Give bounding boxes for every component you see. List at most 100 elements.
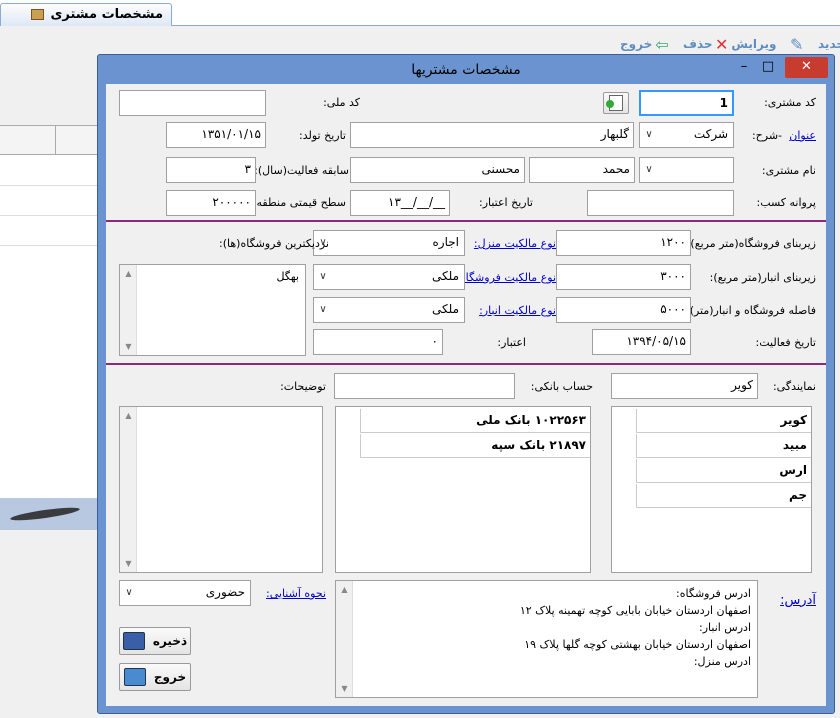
price-level-label: سطح قیمتی منطقه: bbox=[252, 196, 346, 209]
license-input[interactable] bbox=[587, 190, 734, 216]
address-textarea[interactable]: ادرس فروشگاه: اصفهان اردستان خیابان بابا… bbox=[335, 580, 758, 698]
scroll-up-icon[interactable]: ▲ bbox=[120, 265, 137, 282]
delete-label: حذف bbox=[683, 37, 713, 51]
warehouse-area-label: زیربنای انبار(متر مربع): bbox=[709, 271, 816, 284]
tab-label: مشخصات مشتری bbox=[50, 7, 163, 22]
section-separator bbox=[106, 363, 826, 365]
customer-dialog: مشخصات مشتریها – □ ✕ کد مشتری: 1 کد ملی:… bbox=[97, 54, 835, 714]
agency-row[interactable]: ارس bbox=[636, 459, 811, 483]
credit-input[interactable]: ۰ bbox=[313, 329, 443, 355]
save-label: ذخیره bbox=[152, 634, 188, 648]
customer-code-input[interactable]: 1 bbox=[639, 90, 734, 116]
title-description-label: -شرح: bbox=[751, 129, 782, 142]
warehouse-ownership-value: ملکی bbox=[431, 302, 459, 316]
chevron-down-icon: ∨ bbox=[319, 271, 327, 282]
scroll-up-icon[interactable]: ▲ bbox=[336, 581, 353, 598]
delete-button[interactable]: حذف bbox=[683, 34, 713, 54]
scrollbar[interactable]: ▲ ▼ bbox=[120, 265, 137, 355]
exit-toolbar-label: خروج bbox=[620, 37, 653, 51]
close-button[interactable]: ✕ bbox=[785, 57, 828, 78]
bank-account-row[interactable]: ۱۰۲۲۵۶۳ بانک ملی bbox=[360, 409, 590, 433]
work-experience-label: سابقه فعالیت(سال): bbox=[254, 164, 349, 177]
chevron-down-icon: ∨ bbox=[645, 164, 653, 175]
title-link[interactable]: عنوان bbox=[789, 129, 816, 142]
activity-date-label: تاریخ فعالیت: bbox=[755, 336, 816, 349]
grid-row-line bbox=[0, 185, 98, 186]
background-grid bbox=[0, 155, 98, 500]
nearest-store-item[interactable]: بهگل bbox=[120, 265, 305, 283]
title-select[interactable]: شرکت ∨ bbox=[639, 122, 734, 148]
new-document-icon bbox=[606, 95, 623, 111]
store-ownership-select[interactable]: ملکی ∨ bbox=[313, 264, 465, 290]
store-area-label: زیربنای فروشگاه(متر مربع): bbox=[686, 237, 816, 250]
exit-toolbar-button[interactable]: ⇦ خروج bbox=[620, 34, 669, 54]
store-ownership-value: ملکی bbox=[431, 269, 459, 283]
credit-date-input[interactable]: ۱۳__/__/__ bbox=[350, 190, 450, 216]
activity-date-input[interactable]: ۱۳۹۴/۰۵/۱۵ bbox=[592, 329, 691, 355]
work-experience-input[interactable]: ۳ bbox=[166, 157, 256, 183]
scrollbar[interactable]: ▲ ▼ bbox=[336, 581, 353, 697]
bank-account-input[interactable] bbox=[334, 373, 515, 399]
customer-code-label: کد مشتری: bbox=[764, 96, 816, 109]
acquaintance-select[interactable]: حضوری ∨ bbox=[119, 580, 251, 606]
agency-grid[interactable]: کویر مبید ارس جم bbox=[611, 406, 812, 573]
address-line: ادرس انبار: bbox=[699, 621, 751, 634]
customer-name-label: نام مشتری: bbox=[761, 164, 816, 177]
agency-row[interactable]: جم bbox=[636, 484, 811, 508]
grid-row-line bbox=[0, 215, 98, 216]
address-line: ادرس فروشگاه: bbox=[676, 587, 751, 600]
description-input[interactable]: گلبهار bbox=[350, 122, 634, 148]
warehouse-ownership-link[interactable]: نوع مالکیت انبار: bbox=[479, 304, 556, 317]
store-ownership-link[interactable]: نوع مالکیت فروشگاه: bbox=[456, 271, 556, 284]
pencil-icon: ✎ bbox=[790, 34, 804, 54]
bank-account-grid[interactable]: ۱۰۲۲۵۶۳ بانک ملی ۲۱۸۹۷ بانک سپه bbox=[335, 406, 591, 573]
last-name-input[interactable]: محسنی bbox=[350, 157, 525, 183]
store-area-input[interactable]: ۱۲۰۰ bbox=[556, 230, 691, 256]
bank-account-row[interactable]: ۲۱۸۹۷ بانک سپه bbox=[360, 434, 590, 458]
warehouse-ownership-select[interactable]: ملکی ∨ bbox=[313, 297, 465, 323]
maximize-button[interactable]: □ bbox=[758, 57, 778, 78]
scroll-down-icon[interactable]: ▼ bbox=[120, 338, 137, 355]
nearest-stores-label: نزدیکترین فروشگاه(ها): bbox=[219, 237, 329, 250]
edit-button[interactable]: ویرایش ✕ bbox=[715, 34, 776, 54]
price-level-input[interactable]: ۲۰۰۰۰۰ bbox=[166, 190, 256, 216]
home-ownership-select[interactable]: اجاره ∨ bbox=[313, 230, 465, 256]
chevron-down-icon: ∨ bbox=[125, 587, 133, 598]
scrollbar[interactable]: ▲ ▼ bbox=[120, 407, 137, 572]
scroll-up-icon[interactable]: ▲ bbox=[120, 407, 137, 424]
home-ownership-value: اجاره bbox=[432, 235, 460, 249]
license-label: پروانه کسب: bbox=[756, 196, 816, 209]
national-code-input[interactable] bbox=[119, 90, 266, 116]
bank-account-label: حساب بانکی: bbox=[530, 380, 593, 393]
scroll-down-icon[interactable]: ▼ bbox=[336, 680, 353, 697]
distance-input[interactable]: ۵۰۰۰ bbox=[556, 297, 691, 323]
name-prefix-select[interactable]: ∨ bbox=[639, 157, 734, 183]
form-icon bbox=[31, 9, 44, 20]
home-ownership-link[interactable]: نوع مالکیت منزل: bbox=[474, 237, 556, 250]
new-button[interactable]: جدید ✎ bbox=[790, 34, 840, 54]
exit-door-icon bbox=[123, 668, 146, 686]
scroll-down-icon[interactable]: ▼ bbox=[120, 555, 137, 572]
exit-button[interactable]: خروج bbox=[119, 663, 191, 691]
agency-row[interactable]: کویر bbox=[636, 409, 811, 433]
edit-label: ویرایش bbox=[731, 37, 777, 51]
first-name-input[interactable]: محمد bbox=[529, 157, 635, 183]
nearest-stores-list[interactable]: بهگل ▲ ▼ bbox=[119, 264, 306, 356]
section-separator bbox=[106, 220, 826, 222]
new-code-button[interactable] bbox=[603, 92, 629, 114]
acquaintance-link[interactable]: نحوه آشنایی: bbox=[266, 587, 326, 600]
agency-row[interactable]: مبید bbox=[636, 434, 811, 458]
address-link[interactable]: آدرس: bbox=[780, 593, 816, 608]
tab-customer-details[interactable]: مشخصات مشتری bbox=[0, 3, 172, 26]
warehouse-area-input[interactable]: ۳۰۰۰ bbox=[556, 264, 691, 290]
notes-textarea[interactable]: ▲ ▼ bbox=[119, 406, 323, 573]
agency-input[interactable]: کویر bbox=[611, 373, 758, 399]
birth-date-input[interactable]: ۱۳۵۱/۰۱/۱۵ bbox=[166, 122, 266, 148]
background-grid-header bbox=[0, 125, 98, 156]
national-code-label: کد ملی: bbox=[323, 96, 360, 109]
address-line: اصفهان اردستان خیابان بهشتی کوچه گلها پل… bbox=[524, 638, 751, 651]
credit-date-label: تاریخ اعتبار: bbox=[478, 196, 533, 209]
save-button[interactable]: ذخیره bbox=[119, 627, 191, 655]
minimize-button[interactable]: – bbox=[735, 57, 753, 78]
delete-x-icon: ✕ bbox=[715, 34, 729, 54]
